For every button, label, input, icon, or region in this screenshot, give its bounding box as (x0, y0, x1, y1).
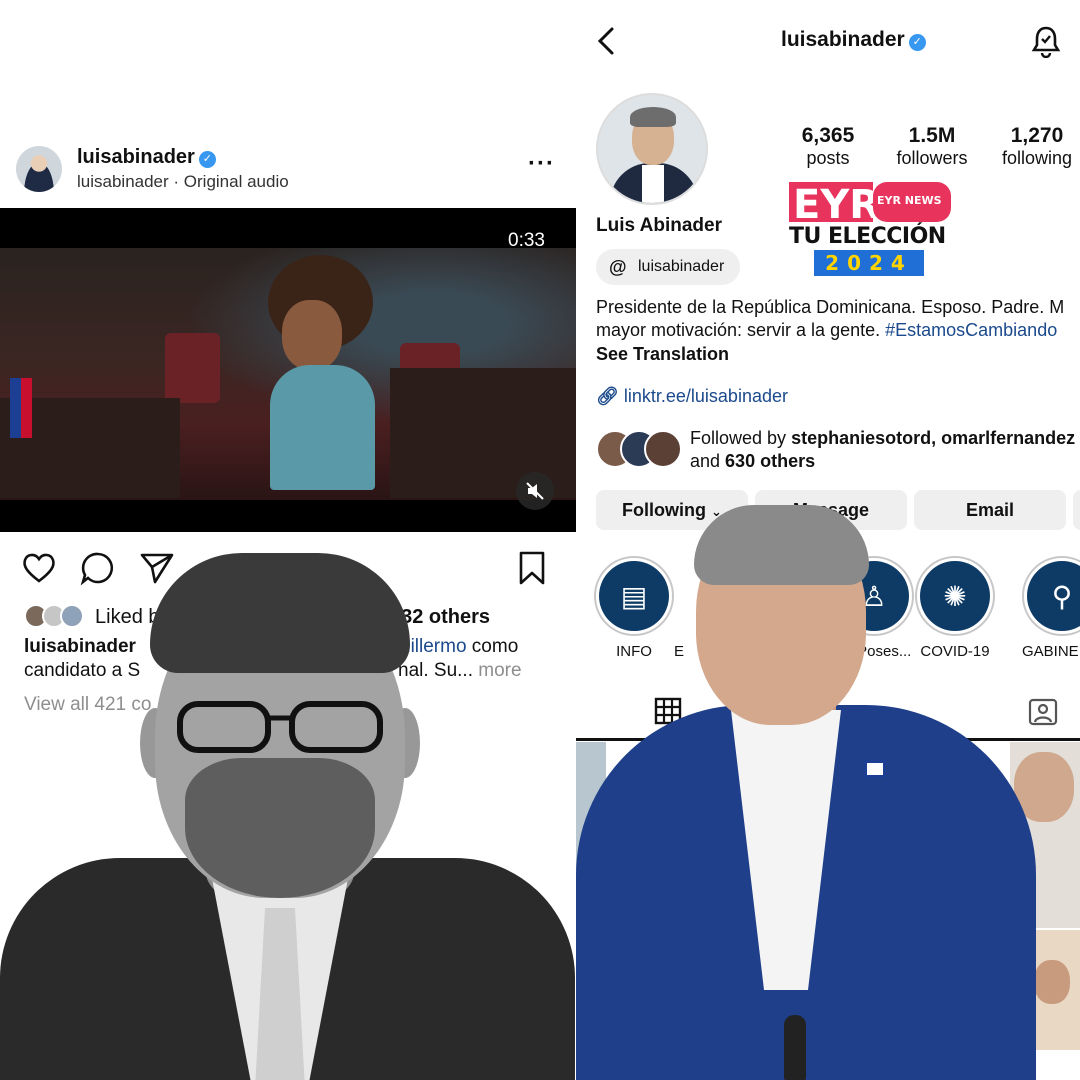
child-body (270, 365, 375, 490)
verified-badge-icon: ✓ (198, 151, 216, 168)
followed-by-line[interactable]: Followed by stephaniesotord, omarlfernan… (690, 428, 1075, 449)
photo-hair (150, 553, 410, 673)
eyr-brand-text: EYR (793, 182, 880, 224)
eyr-tagline: TU ELECCIÓN (789, 224, 946, 249)
eyr-news-text: EYR NEWS (877, 194, 942, 207)
notification-bell-icon[interactable] (1031, 24, 1061, 58)
photo-microphone (784, 1015, 806, 1080)
threads-icon: @ (609, 257, 627, 277)
chamber-seat (165, 333, 220, 403)
stat-label: followers (896, 148, 968, 168)
profile-display-name: Luis Abinader (596, 215, 722, 236)
color-portrait-photo (576, 505, 1080, 1080)
bio-hashtag[interactable]: #EstamosCambiando (885, 320, 1057, 340)
post-video[interactable] (0, 208, 576, 532)
stat-label: posts (806, 148, 850, 168)
back-arrow-icon[interactable] (590, 24, 622, 58)
stat-label: following (1001, 148, 1073, 168)
flag-pin (864, 760, 886, 778)
profile-panel: luisabinader ✓ 6,365 posts 1.5M followers… (576, 0, 1080, 1080)
post-username-row[interactable]: luisabinader ✓ (77, 146, 216, 169)
stat-followers[interactable]: 1.5M followers (877, 124, 987, 169)
followed-by-and: and (690, 451, 726, 471)
post-username[interactable]: luisabinader (77, 146, 195, 168)
threads-badge[interactable]: @ luisabinader (596, 249, 740, 285)
grayscale-portrait-photo (0, 548, 575, 1080)
followed-by-names: stephaniesotord, omarlfernandez (791, 428, 1076, 448)
mute-button[interactable] (516, 472, 554, 510)
bio-line-1: Presidente de la República Dominicana. E… (596, 297, 1065, 317)
profile-avatar[interactable] (596, 93, 708, 205)
child-face (282, 300, 342, 370)
post-audio-label[interactable]: luisabinader · Original audio (77, 172, 289, 192)
more-dots-icon[interactable]: ··· (528, 150, 555, 178)
photo-hair (694, 505, 869, 585)
profile-title: luisabinader (781, 28, 905, 51)
stat-value: 1.5M (908, 124, 956, 147)
followed-by-prefix: Followed by (690, 428, 792, 448)
see-translation-link[interactable]: See Translation (596, 344, 729, 365)
speaker-muted-icon (526, 482, 544, 500)
post-avatar[interactable] (16, 146, 62, 192)
followed-by-others: 630 others (725, 451, 816, 471)
avatar (644, 430, 682, 468)
profile-link-text[interactable]: linktr.ee/luisabinader (624, 386, 788, 406)
eyr-news-logo: EYR EYR NEWS TU ELECCIÓN 2024 (789, 180, 954, 278)
followed-by-avatars[interactable] (596, 430, 682, 468)
eyr-year: 2024 (814, 250, 924, 276)
photo-glasses (177, 701, 383, 753)
stat-posts[interactable]: 6,365 posts (773, 124, 883, 169)
flag-graphic (10, 378, 32, 438)
threads-handle: luisabinader (638, 258, 725, 275)
stat-following[interactable]: 1,270 following (982, 124, 1080, 169)
video-timer: 0:33 (508, 230, 545, 251)
avatar-shirt (642, 165, 664, 203)
verified-badge-icon: ✓ (908, 34, 926, 51)
profile-title-row: luisabinader ✓ (781, 28, 926, 52)
followed-by-line-2[interactable]: and 630 others (690, 451, 815, 472)
bio-line-2: mayor motivación: servir a la gente. #Es… (596, 320, 1057, 341)
photo-beard (185, 758, 375, 898)
profile-link[interactable]: 🔗︎ linktr.ee/luisabinader (596, 386, 788, 407)
stat-value: 1,270 (1010, 124, 1064, 147)
bio-text: mayor motivación: servir a la gente. (596, 320, 886, 340)
stat-value: 6,365 (801, 124, 855, 147)
eyr-brand-mark: EYR EYR NEWS (789, 182, 951, 224)
link-icon: 🔗︎ (596, 386, 619, 406)
post-panel: luisabinader ✓ luisabinader · Original au… (0, 0, 576, 1080)
avatar-hair (630, 107, 676, 127)
